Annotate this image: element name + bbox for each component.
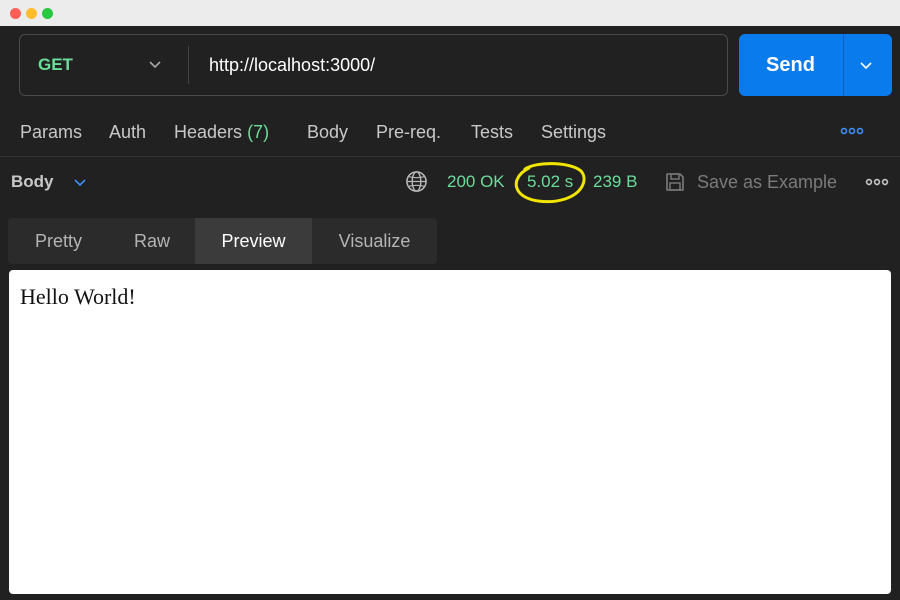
tab-headers-label: Headers [174,122,243,142]
response-preview-pane[interactable]: Hello World! [9,270,891,594]
save-icon[interactable] [664,171,686,193]
window-titlebar [0,0,900,26]
tab-headers[interactable]: Headers (7) [174,112,269,152]
method-select[interactable]: GET [38,35,73,95]
section-divider [0,156,900,157]
tab-settings[interactable]: Settings [541,112,606,152]
url-input[interactable]: http://localhost:3000/ [209,35,375,95]
url-separator [188,46,189,84]
headers-count-badge: (7) [247,122,270,142]
tab-raw[interactable]: Raw [109,218,195,264]
response-view-tabs: Pretty Raw Preview Visualize [8,218,437,264]
tab-auth[interactable]: Auth [109,112,146,152]
send-button-group: Send [739,34,892,96]
tab-params[interactable]: Params [20,112,82,152]
globe-icon[interactable] [405,170,428,193]
save-as-example-button[interactable]: Save as Example [697,162,837,202]
status-code[interactable]: 200 OK [447,162,505,202]
chevron-down-icon[interactable] [73,175,87,189]
close-window-icon[interactable] [10,8,21,19]
url-bar: GET http://localhost:3000/ [19,34,728,96]
request-editor: GET http://localhost:3000/ Send Params A… [0,26,900,600]
chevron-down-icon[interactable] [148,57,162,71]
highlight-circle [514,162,586,204]
response-bar: Body 200 OK 5.02 s 239 B Save as Example [0,162,900,204]
maximize-window-icon[interactable] [42,8,53,19]
tab-visualize[interactable]: Visualize [312,218,437,264]
response-body-label[interactable]: Body [11,162,54,202]
send-separator [843,34,844,96]
tab-pretty[interactable]: Pretty [8,218,109,264]
send-button[interactable]: Send [739,34,842,96]
tab-preview[interactable]: Preview [195,218,312,264]
tab-pre-request[interactable]: Pre-req. [376,112,441,152]
more-horizontal-icon[interactable] [840,126,864,136]
response-size[interactable]: 239 B [593,162,637,202]
tab-body[interactable]: Body [307,112,348,152]
request-tabs: Params Auth Headers (7) Body Pre-req. Te… [0,112,900,152]
minimize-window-icon[interactable] [26,8,37,19]
chevron-down-icon[interactable] [859,58,873,72]
more-horizontal-icon[interactable] [865,177,889,187]
preview-text: Hello World! [20,284,136,309]
tab-tests[interactable]: Tests [471,112,513,152]
